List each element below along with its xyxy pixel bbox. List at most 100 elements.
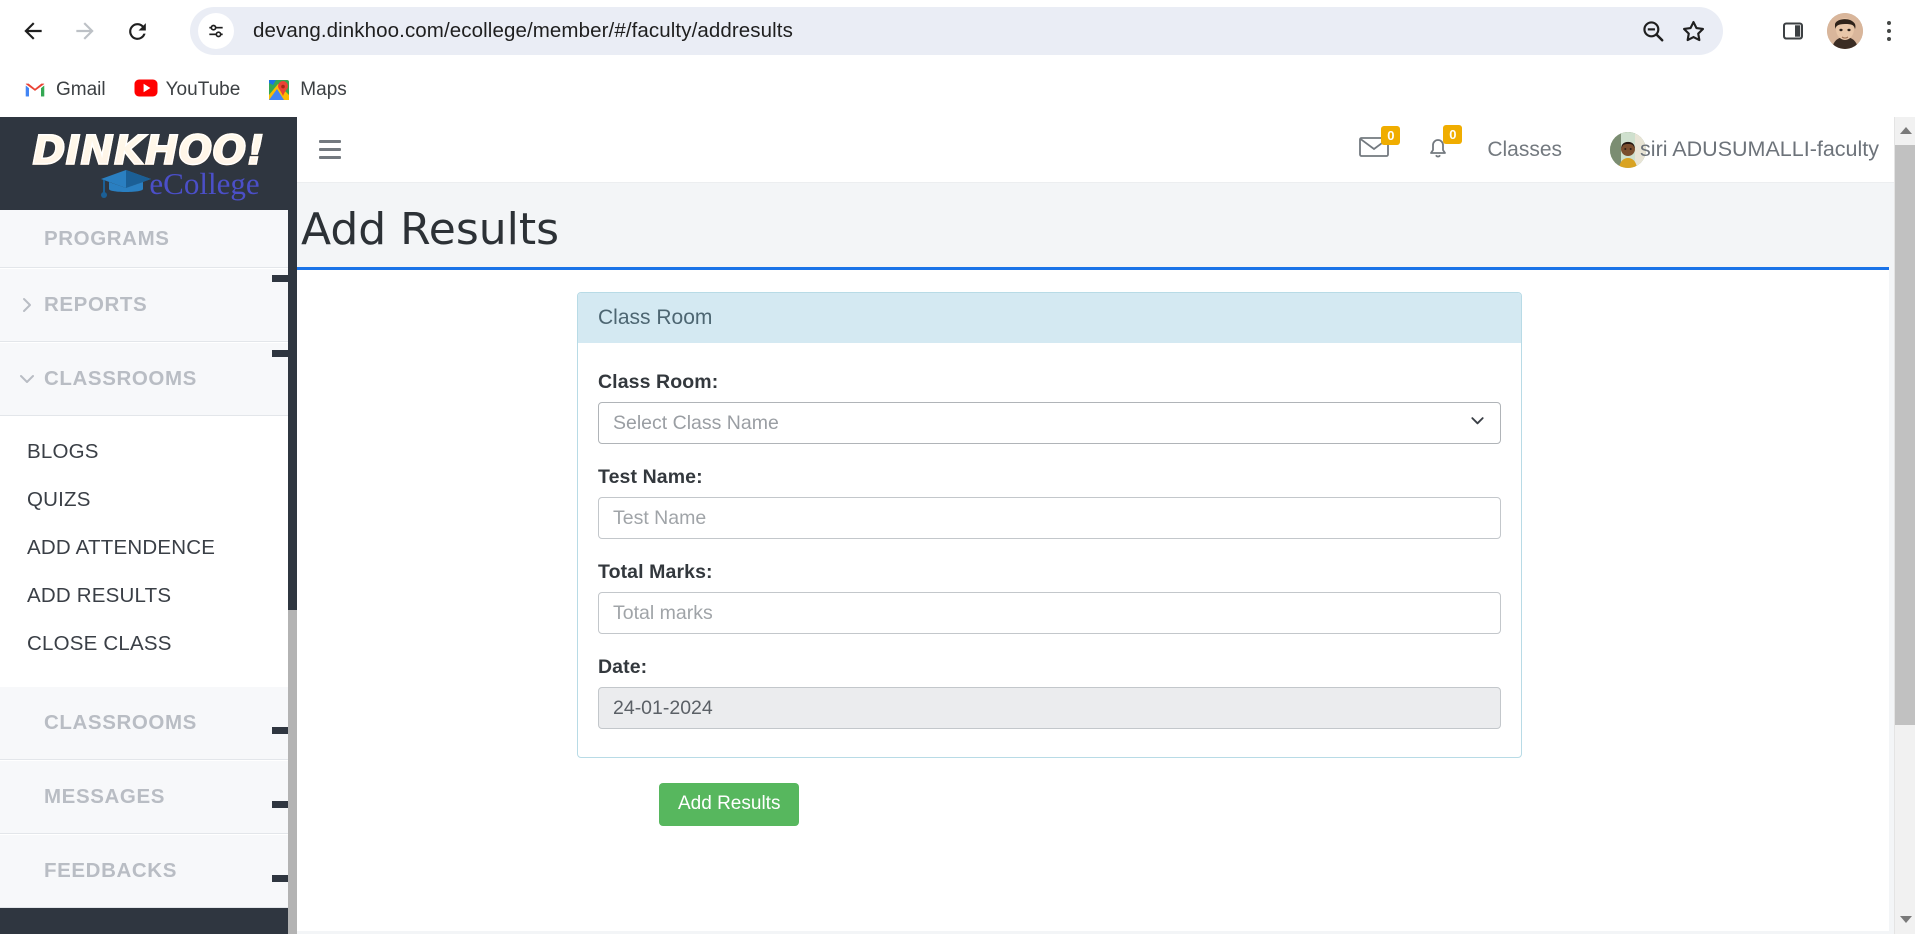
- youtube-icon: [134, 79, 158, 101]
- submit-row: Add Results: [659, 783, 800, 827]
- logo-wordmark: DINKHOO!: [32, 127, 266, 174]
- profile-avatar[interactable]: [1827, 13, 1863, 49]
- sidebar-scrollbar-thumb[interactable]: [288, 117, 297, 610]
- logo-word-text: DINKHOO!: [32, 127, 266, 174]
- sidebar-item-label: QUIZS: [27, 488, 91, 511]
- notifications-button[interactable]: 0: [1425, 125, 1463, 165]
- sidebar-edge-tick: [272, 727, 288, 734]
- sidebar-edge-tick: [272, 801, 288, 808]
- mail-count-badge: 0: [1381, 126, 1401, 145]
- back-arrow-icon[interactable]: [11, 9, 55, 53]
- forward-arrow-icon[interactable]: [63, 9, 107, 53]
- omnibox-actions: [1633, 11, 1713, 51]
- date-value: 24-01-2024: [613, 696, 713, 719]
- page-scrollbar[interactable]: [1894, 117, 1915, 934]
- bookmark-label: YouTube: [165, 78, 241, 100]
- bookmark-gmail[interactable]: Gmail: [14, 73, 116, 107]
- sidebar-item-close-class[interactable]: CLOSE CLASS: [0, 620, 288, 668]
- bookmark-label: Gmail: [56, 78, 106, 100]
- sidebar-section-classrooms[interactable]: CLASSROOMS: [0, 342, 288, 416]
- sidebar-item-label: CLOSE CLASS: [27, 632, 172, 655]
- test-name-label: Test Name:: [598, 466, 703, 489]
- test-name-input[interactable]: [613, 498, 1486, 539]
- bookmark-youtube[interactable]: YouTube: [124, 73, 251, 107]
- sidebar-section-programs[interactable]: PROGRAMS: [0, 210, 288, 268]
- star-icon[interactable]: [1673, 11, 1713, 51]
- chrome-right-actions: [1765, 7, 1909, 55]
- three-dots-menu-icon[interactable]: [1875, 11, 1903, 51]
- sidebar-item-add-results[interactable]: ADD RESULTS: [0, 572, 288, 620]
- chevron-down-icon: [1469, 412, 1486, 435]
- sidebar-section-messages[interactable]: MESSAGES: [0, 760, 288, 834]
- class-room-form-card: Class Room Class Room: Select Class Name…: [577, 292, 1522, 759]
- sidebar: DINKHOO! eCollege PROGRAMS REPORTS CLASS…: [0, 117, 297, 934]
- sidebar-edge-tick: [272, 875, 288, 882]
- sidebar-section-label: FEEDBACKS: [44, 859, 177, 882]
- test-name-field[interactable]: [598, 497, 1501, 540]
- site-settings-icon[interactable]: [198, 13, 234, 49]
- sidebar-item-add-attendence[interactable]: ADD ATTENDENCE: [0, 524, 288, 572]
- sidebar-scrollbar[interactable]: [288, 117, 297, 934]
- bookmark-label: Maps: [300, 78, 347, 100]
- app-viewport: DINKHOO! eCollege PROGRAMS REPORTS CLASS…: [0, 117, 1915, 934]
- page-title: Add Results: [301, 204, 560, 255]
- browser-chrome: devang.dinkhoo.com/ecollege/member/#/fac…: [0, 0, 1915, 117]
- total-marks-field[interactable]: [598, 592, 1501, 635]
- chevron-right-icon: [10, 296, 44, 314]
- bookmark-maps[interactable]: Maps: [258, 73, 356, 107]
- classes-link[interactable]: Classes: [1487, 138, 1562, 162]
- card-body: Class Room: Select Class Name Test Name:: [578, 343, 1521, 757]
- notification-count-badge: 0: [1443, 125, 1463, 144]
- sidebar-section-classrooms-2[interactable]: CLASSROOMS: [0, 686, 288, 760]
- browser-toolbar: devang.dinkhoo.com/ecollege/member/#/fac…: [0, 0, 1915, 62]
- sidebar-section-label: MESSAGES: [44, 785, 165, 808]
- hamburger-icon[interactable]: [319, 135, 349, 165]
- brand-logo[interactable]: DINKHOO! eCollege: [0, 117, 297, 210]
- user-menu[interactable]: siri ADUSUMALLI-faculty: [1610, 131, 1879, 168]
- content-panel: Class Room Class Room: Select Class Name…: [297, 267, 1889, 932]
- sidebar-item-label: ADD RESULTS: [27, 584, 172, 607]
- mail-button[interactable]: 0: [1359, 126, 1401, 164]
- topbar-right: 0 0 Classes siri ADUSUMALLI-faculty: [1359, 117, 1879, 182]
- sidebar-edge-tick: [272, 350, 288, 357]
- url-text[interactable]: devang.dinkhoo.com/ecollege/member/#/fac…: [253, 19, 1633, 43]
- total-marks-input[interactable]: [613, 593, 1486, 634]
- sidebar-section-feedbacks[interactable]: FEEDBACKS: [0, 834, 288, 908]
- sidebar-item-quizs[interactable]: QUIZS: [0, 476, 288, 524]
- total-marks-label: Total Marks:: [598, 561, 713, 584]
- class-room-select[interactable]: Select Class Name: [598, 402, 1501, 445]
- sidebar-section-reports[interactable]: REPORTS: [0, 268, 288, 342]
- gmail-icon: [24, 79, 46, 101]
- reload-icon[interactable]: [115, 9, 159, 53]
- sidebar-item-label: BLOGS: [27, 440, 99, 463]
- sidebar-menu: PROGRAMS REPORTS CLASSROOMS BLOGS QUIZS …: [0, 210, 288, 934]
- bookmarks-bar: Gmail YouTube Maps: [0, 62, 1915, 117]
- page-scrollbar-thumb[interactable]: [1895, 145, 1915, 725]
- sidebar-edge-tick: [272, 275, 288, 282]
- sidebar-section-label: REPORTS: [44, 293, 148, 316]
- sidebar-item-blogs[interactable]: BLOGS: [0, 428, 288, 476]
- google-maps-icon: [268, 79, 290, 101]
- add-results-button[interactable]: Add Results: [659, 783, 800, 827]
- date-label: Date:: [598, 656, 648, 679]
- scroll-up-arrow-icon[interactable]: [1895, 120, 1915, 141]
- scroll-down-arrow-icon[interactable]: [1895, 909, 1915, 930]
- sidebar-item-label: ADD ATTENDENCE: [27, 536, 216, 559]
- chevron-down-icon: [10, 370, 44, 388]
- sidebar-section-label: PROGRAMS: [44, 226, 170, 250]
- zoom-out-icon[interactable]: [1633, 11, 1673, 51]
- app-topbar: 0 0 Classes siri ADUSUMALLI-faculty: [297, 117, 1915, 183]
- card-header: Class Room: [578, 293, 1521, 344]
- user-name: siri ADUSUMALLI-faculty: [1640, 137, 1879, 161]
- class-room-label: Class Room:: [598, 371, 719, 394]
- main-content: 0 0 Classes siri ADUSUMALLI-faculty Add …: [297, 117, 1915, 934]
- side-panel-icon[interactable]: [1771, 9, 1815, 53]
- sidebar-submenu-classrooms: BLOGS QUIZS ADD ATTENDENCE ADD RESULTS C…: [0, 416, 288, 686]
- date-field[interactable]: 24-01-2024: [598, 687, 1501, 730]
- sidebar-section-label: CLASSROOMS: [44, 711, 197, 734]
- address-bar[interactable]: devang.dinkhoo.com/ecollege/member/#/fac…: [190, 7, 1723, 55]
- sidebar-section-label: CLASSROOMS: [44, 367, 197, 390]
